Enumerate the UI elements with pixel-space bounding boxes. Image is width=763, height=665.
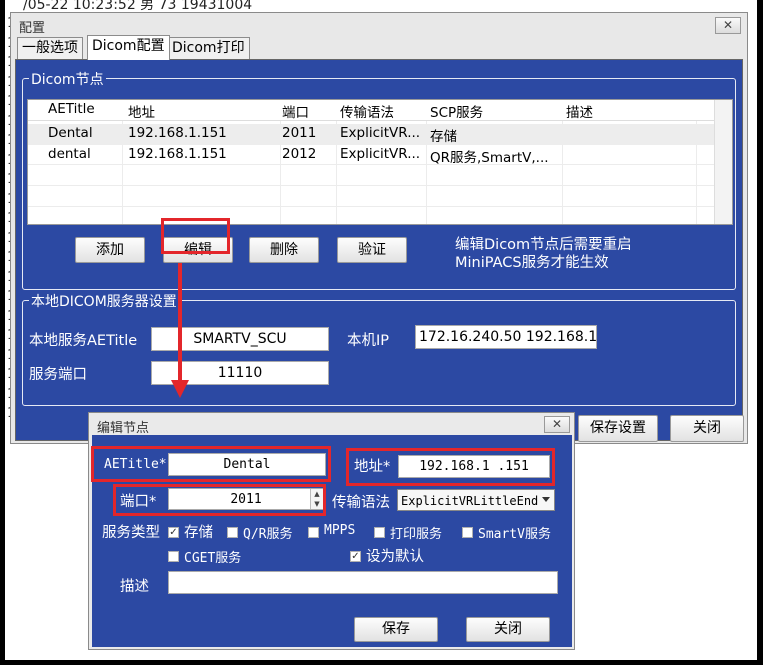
cget-label: CGET服务 — [184, 551, 242, 566]
verify-button[interactable]: 验证 — [337, 237, 407, 263]
tab-dicom-print[interactable]: Dicom打印 — [167, 37, 250, 59]
col-port: 端口 — [282, 105, 309, 121]
checkbox-storage[interactable]: ✓ — [168, 527, 179, 538]
local-ip-input[interactable]: 172.16.240.50 192.168.1.13 — [415, 325, 597, 349]
storage-label: 存储 — [184, 525, 213, 541]
smartv-label: SmartV服务 — [478, 527, 551, 542]
window-title: 配置 — [19, 21, 46, 36]
arrow-shaft — [178, 263, 182, 383]
description-input[interactable] — [168, 571, 558, 594]
close-button[interactable]: 关闭 — [670, 415, 744, 442]
col-scp: SCP服务 — [430, 105, 484, 121]
close-icon[interactable]: ✕ — [715, 17, 741, 34]
syntax-select[interactable]: ExplicitVRLittleEnd — [397, 489, 555, 511]
local-aetitle-label: 本地服务AETitle — [29, 333, 138, 349]
aetitle-highlight — [91, 446, 331, 482]
local-ip-label: 本机IP — [347, 333, 390, 349]
close-icon[interactable]: ✕ — [544, 416, 570, 433]
qr-label: Q/R服务 — [243, 527, 293, 542]
table-row[interactable]: dental 192.168.1.151 2012 ExplicitVR... … — [28, 145, 714, 166]
tab-dicom-config[interactable]: Dicom配置 — [87, 35, 170, 60]
checkbox-print[interactable] — [374, 527, 385, 538]
save-button[interactable]: 保存 — [354, 617, 438, 642]
dialog-title: 编辑节点 — [97, 421, 150, 436]
default-label: 设为默认 — [366, 549, 424, 565]
save-settings-button[interactable]: 保存设置 — [578, 415, 658, 442]
add-button[interactable]: 添加 — [75, 237, 145, 263]
group-label: 本地DICOM服务器设置 — [29, 291, 179, 311]
address-highlight — [346, 448, 555, 486]
dicom-nodes-group: Dicom节点 AETitle 地址 端口 传输语法 SCP服务 描述 Dent… — [22, 69, 736, 290]
syntax-label: 传输语法 — [332, 495, 390, 511]
checkbox-smartv[interactable] — [462, 527, 473, 538]
edit-button-highlight — [161, 218, 230, 254]
table-row[interactable]: Dental 192.168.1.151 2011 ExplicitVR... … — [28, 124, 714, 145]
local-server-group: 本地DICOM服务器设置 本地服务AETitle SMARTV_SCU 本机IP… — [22, 291, 736, 406]
checkbox-mpps[interactable] — [308, 527, 319, 538]
arrow-down-icon — [171, 380, 189, 398]
col-syntax: 传输语法 — [340, 105, 394, 121]
checkbox-default[interactable]: ✓ — [350, 551, 361, 562]
checkbox-qr[interactable] — [227, 527, 238, 538]
dicom-config-panel: Dicom节点 AETitle 地址 端口 传输语法 SCP服务 描述 Dent… — [15, 59, 744, 442]
tab-general[interactable]: 一般选项 — [17, 37, 83, 59]
table-header: AETitle 地址 端口 传输语法 SCP服务 描述 — [28, 100, 714, 121]
dialog-close-button[interactable]: 关闭 — [466, 617, 550, 642]
col-desc: 描述 — [566, 105, 593, 121]
print-service-label: 打印服务 — [390, 527, 443, 542]
table-scrollbar[interactable] — [714, 100, 732, 224]
config-window: 配置 ✕ 一般选项 Dicom配置 Dicom打印 Dicom节点 AETitl… — [10, 12, 748, 444]
node-table: AETitle 地址 端口 传输语法 SCP服务 描述 Dental 192.1… — [27, 99, 733, 225]
restart-note-line2: MiniPACS服务才能生效 — [455, 255, 609, 271]
group-label: Dicom节点 — [29, 69, 106, 89]
delete-button[interactable]: 删除 — [249, 237, 319, 263]
service-port-label: 服务端口 — [29, 367, 87, 383]
chevron-down-icon — [542, 497, 550, 502]
service-type-label: 服务类型 — [102, 525, 160, 541]
col-address: 地址 — [128, 105, 155, 121]
col-aetitle: AETitle — [48, 101, 95, 117]
description-label: 描述 — [120, 579, 149, 595]
mpps-label: MPPS — [324, 523, 356, 538]
checkbox-cget[interactable] — [168, 551, 179, 562]
port-highlight — [113, 484, 326, 516]
